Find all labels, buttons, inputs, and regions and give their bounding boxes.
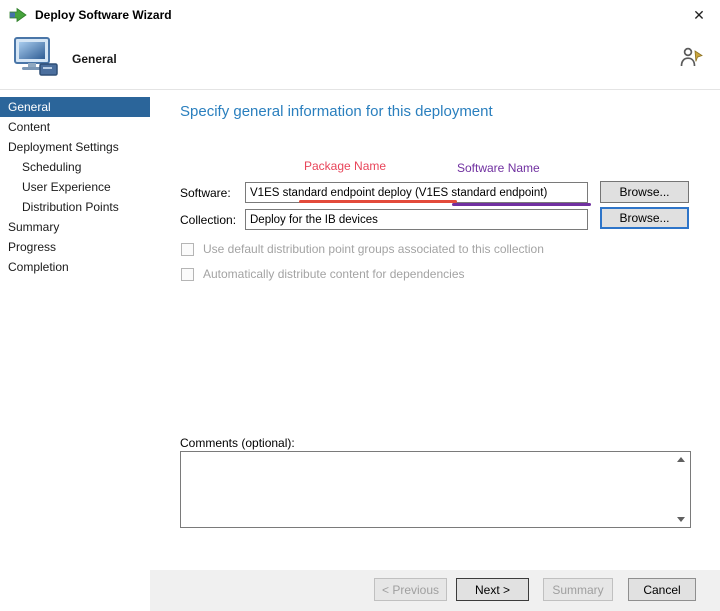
sidebar-item-general[interactable]: General (0, 97, 150, 117)
next-button[interactable]: Next > (456, 578, 529, 601)
sidebar-item-user-experience[interactable]: User Experience (0, 177, 150, 197)
computer-icon (13, 37, 59, 84)
comments-field (180, 451, 691, 528)
wizard-header: General (0, 30, 720, 90)
sidebar-item-progress[interactable]: Progress (0, 237, 150, 257)
comments-scrollbar[interactable] (674, 454, 688, 525)
software-label: Software: (180, 186, 231, 200)
software-name-underline (452, 203, 591, 206)
auto-distribute-checkbox-row: Automatically distribute content for dep… (181, 267, 465, 281)
sidebar-item-scheduling[interactable]: Scheduling (0, 157, 150, 177)
scroll-down-icon[interactable] (677, 517, 685, 522)
page-title: Specify general information for this dep… (180, 103, 493, 120)
deploy-software-icon (9, 7, 27, 23)
sidebar-item-deployment-settings[interactable]: Deployment Settings (0, 137, 150, 157)
wizard-steps-list: General Content Deployment Settings Sche… (0, 97, 150, 277)
comments-label: Comments (optional): (180, 436, 295, 450)
comments-input[interactable] (181, 452, 690, 527)
sidebar-item-completion[interactable]: Completion (0, 257, 150, 277)
sidebar-item-distribution-points[interactable]: Distribution Points (0, 197, 150, 217)
window-title: Deploy Software Wizard (35, 8, 172, 22)
annotation-package-name: Package Name (304, 159, 386, 173)
auto-distribute-checkbox (181, 268, 194, 281)
annotation-software-name: Software Name (457, 161, 540, 175)
package-name-underline (299, 200, 457, 203)
default-dp-groups-checkbox (181, 243, 194, 256)
collection-label: Collection: (180, 213, 236, 227)
cancel-button[interactable]: Cancel (628, 578, 696, 601)
administrator-person-icon (678, 46, 704, 75)
default-dp-groups-checkbox-row: Use default distribution point groups as… (181, 242, 544, 256)
sidebar-item-summary[interactable]: Summary (0, 217, 150, 237)
collection-browse-button[interactable]: Browse... (600, 207, 689, 229)
default-dp-groups-label: Use default distribution point groups as… (203, 242, 544, 256)
scroll-up-icon[interactable] (677, 457, 685, 462)
software-browse-button[interactable]: Browse... (600, 181, 689, 203)
current-page-label: General (72, 52, 117, 66)
wizard-steps-sidebar: General Content Deployment Settings Sche… (0, 91, 150, 611)
previous-button: < Previous (374, 578, 447, 601)
collection-input[interactable] (245, 209, 588, 230)
summary-button: Summary (543, 578, 613, 601)
auto-distribute-label: Automatically distribute content for dep… (203, 267, 465, 281)
title-bar: Deploy Software Wizard ✕ (0, 0, 720, 30)
close-icon[interactable]: ✕ (678, 0, 720, 30)
deploy-software-wizard-window: Deploy Software Wizard ✕ General (0, 0, 720, 611)
sidebar-item-content[interactable]: Content (0, 117, 150, 137)
